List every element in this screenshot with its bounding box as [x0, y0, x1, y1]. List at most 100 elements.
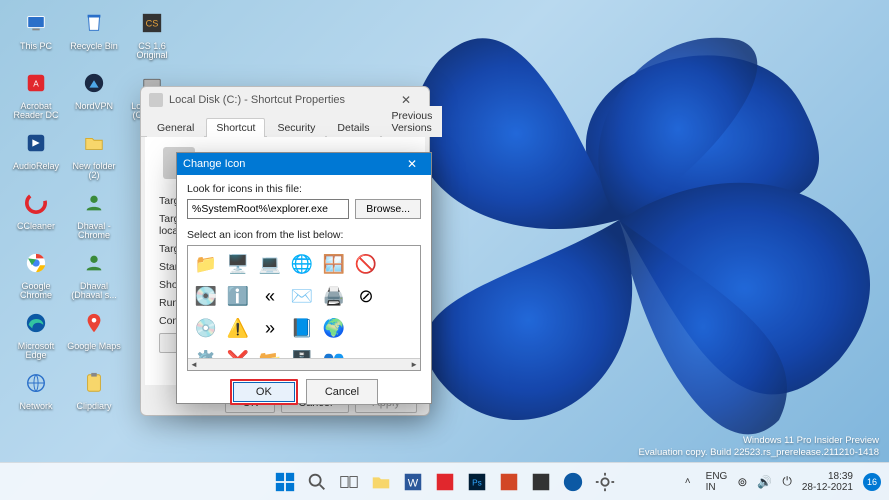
taskbar-explorer[interactable]: [368, 469, 394, 495]
taskbar-word[interactable]: W: [400, 469, 426, 495]
taskbar: W Ps ˄ ENGIN ⊚ 🔊 ⏻ 18:39 28-12-2021 16: [0, 462, 889, 500]
icon-path-input[interactable]: [187, 199, 349, 219]
icon-option-window[interactable]: 🪟: [320, 250, 348, 278]
desktop-icon-nord[interactable]: NordVPN: [66, 66, 122, 111]
icon-option-blank[interactable]: [352, 314, 380, 342]
icon-label: CCleaner: [17, 222, 55, 231]
change-icon-dialog: Change Icon ✕ Look for icons in this fil…: [176, 152, 432, 404]
drive-icon: [149, 93, 163, 107]
cc-icon: [19, 186, 53, 220]
clock[interactable]: 18:39 28-12-2021: [802, 471, 853, 493]
tab-shortcut[interactable]: Shortcut: [206, 118, 265, 137]
taskbar-taskview[interactable]: [336, 469, 362, 495]
desktop-icon-clip[interactable]: Clipdiary: [66, 366, 122, 411]
desktop-icon-cs[interactable]: CS CS 1.6 Original: [124, 6, 180, 61]
chrome-icon: [19, 246, 53, 280]
icon-label: Dhaval (Dhaval s...: [66, 282, 122, 301]
icon-label: AudioRelay: [13, 162, 59, 171]
dialog-ok-button[interactable]: OK: [233, 382, 295, 402]
dialog-cancel-button[interactable]: Cancel: [306, 379, 378, 405]
power-icon[interactable]: ⏻: [782, 474, 792, 489]
icon-list[interactable]: 📁🖥️💻🌐🪟🚫💽ℹ️«✉️🖨️⊘💿⚠️»📘🌍⚙️❌📂🗄️👥 ◄►: [187, 245, 421, 371]
icon-label: New folder (2): [66, 162, 122, 181]
taskbar-ps[interactable]: Ps: [464, 469, 490, 495]
icon-option-denied[interactable]: ⊘: [352, 282, 380, 310]
icon-label: Dhaval - Chrome: [66, 222, 122, 241]
icon-option-globe[interactable]: 🌐: [288, 250, 316, 278]
taskbar-settings[interactable]: [592, 469, 618, 495]
dialog-titlebar[interactable]: Change Icon ✕: [177, 153, 431, 175]
icon-option-warn[interactable]: ⚠️: [224, 314, 252, 342]
taskbar-dev[interactable]: [528, 469, 554, 495]
tab-previous-versions[interactable]: Previous Versions: [382, 106, 443, 137]
horizontal-scrollbar[interactable]: ◄►: [188, 358, 420, 370]
taskbar-center: W Ps: [272, 469, 618, 495]
icon-option-globe2[interactable]: 🌍: [320, 314, 348, 342]
volume-icon[interactable]: 🔊: [757, 475, 772, 489]
pdf-icon: A: [19, 66, 53, 100]
icon-option-window-slash[interactable]: 🚫: [352, 250, 380, 278]
pc-icon: [19, 6, 53, 40]
tab-general[interactable]: General: [147, 118, 204, 137]
icon-option-folder[interactable]: 📁: [192, 250, 220, 278]
dialog-title: Change Icon: [183, 158, 399, 170]
desktop-icon-person[interactable]: Dhaval - Chrome: [66, 186, 122, 241]
icon-option-monitor[interactable]: 💻: [256, 250, 284, 278]
select-icon-label: Select an icon from the list below:: [187, 229, 421, 241]
icon-option-chev-l[interactable]: «: [256, 282, 284, 310]
taskbar-start[interactable]: [272, 469, 298, 495]
taskbar-search[interactable]: [304, 469, 330, 495]
svg-text:A: A: [33, 80, 39, 89]
icon-option-info[interactable]: ℹ️: [224, 282, 252, 310]
cs-icon: CS: [135, 6, 169, 40]
icon-option-monitor-q[interactable]: 🖥️: [224, 250, 252, 278]
tab-security[interactable]: Security: [267, 118, 325, 137]
icon-label: Network: [19, 402, 52, 411]
icon-option-mail[interactable]: ✉️: [288, 282, 316, 310]
desktop-icon-edge[interactable]: Microsoft Edge: [8, 306, 64, 361]
desktop-icon-pc[interactable]: This PC: [8, 6, 64, 51]
desktop-icon-pdf[interactable]: AAcrobat Reader DC: [8, 66, 64, 121]
icon-label: Google Maps: [67, 342, 121, 351]
notification-badge[interactable]: 16: [863, 473, 881, 491]
desktop-icon-chrome[interactable]: Google Chrome: [8, 246, 64, 301]
edge-icon: [19, 306, 53, 340]
desktop-icon-net[interactable]: Network: [8, 366, 64, 411]
desktop-icon-bin[interactable]: Recycle Bin: [66, 6, 122, 51]
icon-label: NordVPN: [75, 102, 113, 111]
icon-label: Google Chrome: [8, 282, 64, 301]
tray-overflow-icon[interactable]: ˄: [680, 474, 696, 490]
icon-label: CS 1.6 Original: [124, 42, 180, 61]
desktop-icon-maps[interactable]: Google Maps: [66, 306, 122, 351]
windows-watermark: Windows 11 Pro Insider Preview Evaluatio…: [639, 435, 879, 458]
desktop-icon-cc[interactable]: CCleaner: [8, 186, 64, 231]
icon-option-word[interactable]: 📘: [288, 314, 316, 342]
svg-text:Ps: Ps: [472, 478, 482, 487]
taskbar-pp[interactable]: [496, 469, 522, 495]
system-tray: ˄ ENGIN ⊚ 🔊 ⏻ 18:39 28-12-2021 16: [680, 471, 881, 493]
icon-option-blank[interactable]: [384, 314, 412, 342]
clip-icon: [77, 366, 111, 400]
icon-option-printer[interactable]: 🖨️: [320, 282, 348, 310]
icon-label: This PC: [20, 42, 52, 51]
wifi-icon[interactable]: ⊚: [737, 475, 747, 489]
icon-option-drive[interactable]: 💽: [192, 282, 220, 310]
svg-text:W: W: [407, 477, 418, 489]
icon-option-blank[interactable]: [384, 250, 412, 278]
desktop-icon-audio[interactable]: AudioRelay: [8, 126, 64, 171]
taskbar-edge[interactable]: [560, 469, 586, 495]
dialog-close-button[interactable]: ✕: [399, 155, 425, 173]
folder-icon: [77, 126, 111, 160]
person-icon: [77, 246, 111, 280]
icon-option-chev-r[interactable]: »: [256, 314, 284, 342]
desktop-icon-folder[interactable]: New folder (2): [66, 126, 122, 181]
icon-option-disc[interactable]: 💿: [192, 314, 220, 342]
icon-label: Recycle Bin: [70, 42, 118, 51]
language-indicator[interactable]: ENGIN: [706, 471, 728, 493]
desktop-icon-person[interactable]: Dhaval (Dhaval s...: [66, 246, 122, 301]
browse-button[interactable]: Browse...: [355, 199, 421, 219]
maps-icon: [77, 306, 111, 340]
tab-details[interactable]: Details: [327, 118, 379, 137]
taskbar-pdf[interactable]: [432, 469, 458, 495]
icon-option-blank[interactable]: [384, 282, 412, 310]
